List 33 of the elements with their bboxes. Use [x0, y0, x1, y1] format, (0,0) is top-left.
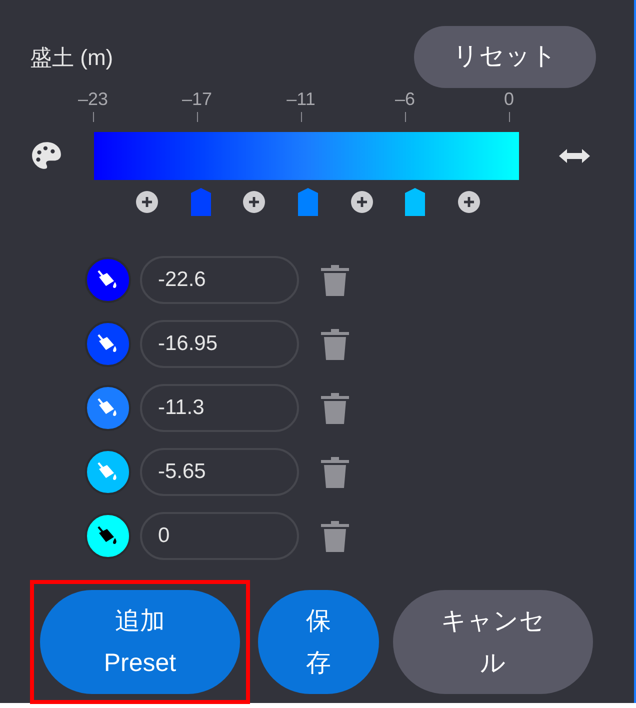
scale-label: 0	[504, 88, 514, 110]
add-stop-icon[interactable]	[243, 191, 266, 213]
add-stop-icon[interactable]	[458, 191, 480, 213]
scale-label: –11	[286, 88, 316, 110]
stop-value-field[interactable]: 0	[140, 512, 299, 560]
trash-icon[interactable]	[321, 520, 349, 552]
scale-label: –6	[394, 88, 416, 110]
trash-icon[interactable]	[321, 392, 349, 424]
stop-value-field[interactable]: -11.3	[140, 384, 299, 432]
color-swatch-button[interactable]	[85, 257, 131, 303]
stop-value-field[interactable]: -16.95	[140, 320, 299, 368]
color-swatch-button[interactable]	[85, 321, 131, 367]
cancel-button[interactable]: キャンセル	[393, 590, 593, 694]
color-swatch-button[interactable]	[85, 385, 131, 431]
stop-value-field[interactable]: -22.6	[140, 256, 299, 304]
primary-button[interactable]: 追加 Preset	[40, 590, 240, 694]
scale-label: –17	[182, 88, 212, 110]
trash-icon[interactable]	[321, 264, 349, 296]
reset-button[interactable]: リセット	[414, 26, 596, 88]
color-swatch-button[interactable]	[85, 449, 131, 495]
trash-icon[interactable]	[321, 456, 349, 488]
stop-handle[interactable]	[298, 188, 318, 216]
panel-title: 盛土 (m)	[30, 44, 114, 72]
primary-button[interactable]: 保存	[258, 590, 379, 694]
stop-handle[interactable]	[190, 188, 211, 216]
scale-label: –23	[78, 88, 108, 110]
stop-value-field[interactable]: -5.65	[140, 448, 299, 496]
color-swatch-button[interactable]	[85, 513, 131, 559]
stop-handle[interactable]	[405, 188, 426, 216]
add-stop-icon[interactable]	[350, 191, 373, 213]
trash-icon[interactable]	[321, 328, 349, 360]
add-stop-icon[interactable]	[136, 191, 158, 213]
horizontal-arrows-icon[interactable]	[559, 148, 590, 164]
